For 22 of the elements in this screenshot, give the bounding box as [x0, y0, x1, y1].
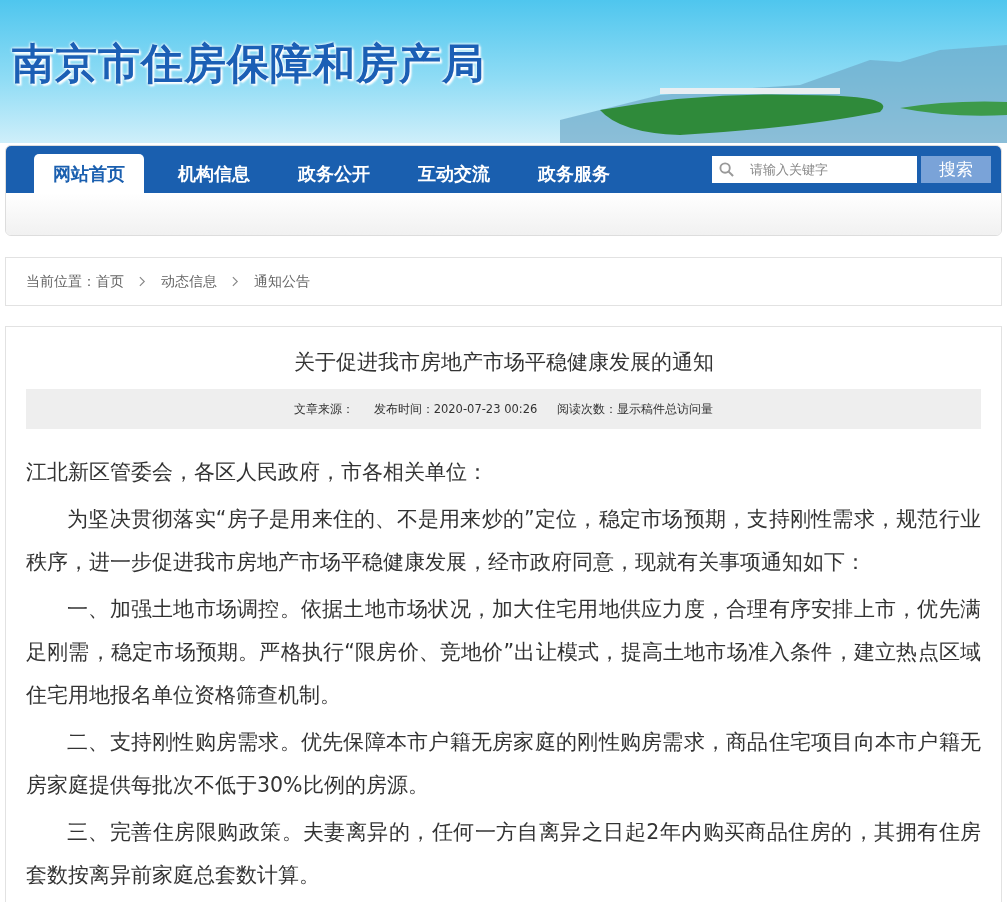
breadcrumb-link[interactable]: 通知公告 [254, 272, 310, 291]
meta-text: 发布时间：2020-07-23 00:26 [373, 401, 538, 417]
body-paragraph: 一、加强土地市场调控。依据土地市场状况，加大住宅用地供应力度，合理有序安排上市，优先满足刚需，稳定市场预期。严格执行“限房价、竞地价”出让模式，提高土地市场准入条件，建立热点区域住宅用地报名单位资格筛查机制。 [26, 596, 981, 709]
nav-tab[interactable]: 政务公开 [274, 154, 394, 193]
chevron-icon [232, 276, 239, 287]
search-field[interactable]: 请输入关键字 [712, 156, 917, 183]
greeting-text: 江北新区管委会，各区人民政府，市各相关单位： [26, 459, 489, 486]
nav-tab[interactable]: 机构信息 [154, 154, 274, 193]
body-paragraph: 三、完善住房限购政策。夫妻离异的，任何一方自离异之日起2年内购买商品住房的，其拥有住房套数按离异前家庭总套数计算。 [26, 819, 981, 889]
nav-tab[interactable]: 政务服务 [514, 154, 634, 193]
nav-tab[interactable]: 网站首页 [34, 154, 144, 193]
meta-text: 阅读次数：显示稿件总访问量 [557, 401, 714, 417]
breadcrumb-link[interactable]: 首页 [96, 272, 124, 291]
body-paragraph: 二、支持刚性购房需求。优先保障本市户籍无房家庭的刚性购房需求，商品住宅项目向本市户籍无房家庭提供每批次不低于30%比例的房源。 [26, 729, 981, 799]
article-title: 关于促进我市房地产市场平稳健康发展的通知 [292, 349, 715, 376]
site-title: 南京市住房保障和房产局 [12, 38, 485, 90]
breadcrumb-link[interactable]: 动态信息 [161, 272, 217, 291]
nav-tab[interactable]: 互动交流 [394, 154, 514, 193]
breadcrumb-label: 当前位置： [26, 272, 96, 291]
chevron-icon [139, 276, 146, 287]
body-paragraph: 为坚决贯彻落实“房子是用来住的、不是用来炒的”定位，稳定市场预期，支持刚性需求，规范行业秩序，进一步促进我市房地产市场平稳健康发展，经市政府同意，现就有关事项通知如下： [26, 506, 981, 576]
meta-text: 文章来源： [293, 401, 354, 417]
